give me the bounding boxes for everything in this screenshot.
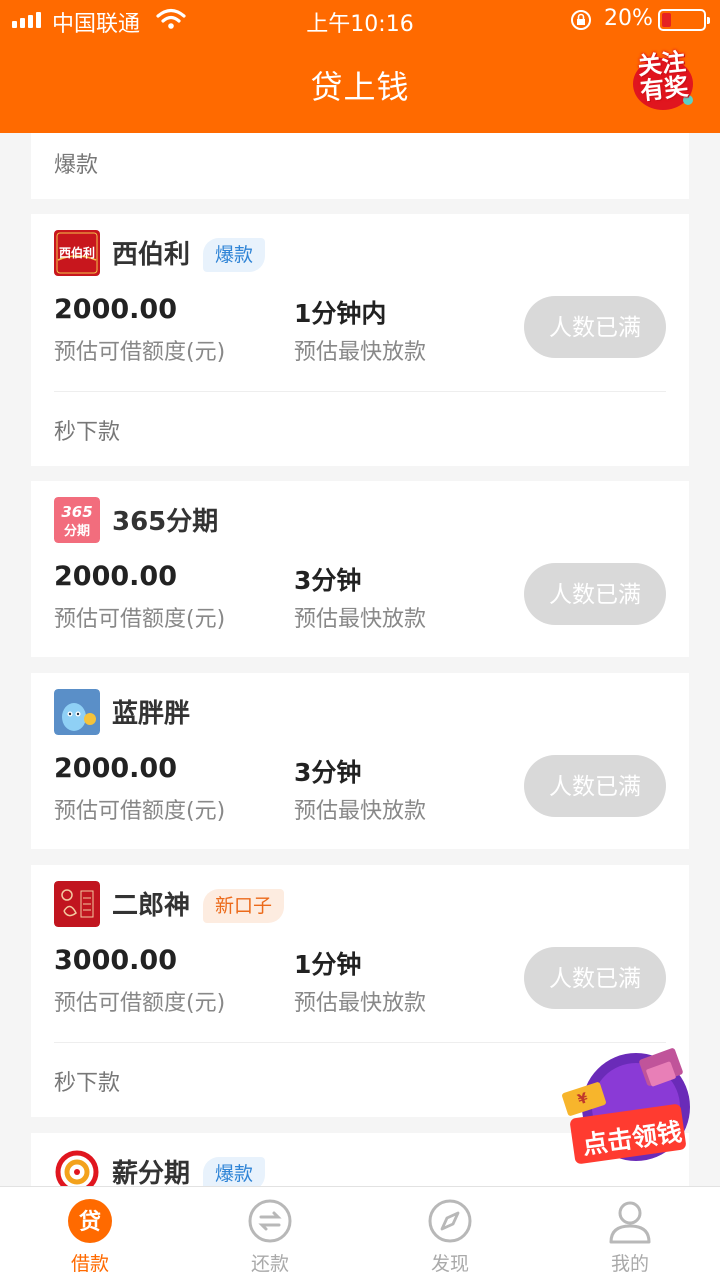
claim-money-float-button[interactable]: ¥ 点击领钱	[562, 1045, 702, 1169]
tab-loan[interactable]: 贷 借款	[0, 1187, 180, 1280]
disburse-speed: 1分钟	[294, 950, 362, 979]
product-name: 薪分期	[112, 1159, 191, 1186]
speed-label: 预估最快放款	[294, 799, 427, 824]
loan-card[interactable]: 蓝胖胖 2000.00 预估可借额度(元) 3分钟 预估最快放款 人数已满	[31, 673, 689, 849]
speed-label: 预估最快放款	[294, 607, 427, 632]
quota-full-button[interactable]: 人数已满	[524, 563, 666, 625]
product-name: 蓝胖胖	[112, 699, 191, 729]
product-logo	[54, 1149, 100, 1186]
loan-icon: 贷	[68, 1199, 112, 1243]
disburse-speed: 3分钟	[294, 758, 362, 787]
loan-amount: 2000.00	[54, 561, 177, 592]
product-name: 二郎神	[112, 891, 191, 921]
product-name: 365分期	[112, 507, 219, 537]
follow-reward-text: 关注有奖	[636, 47, 690, 106]
tab-label: 还款	[250, 1253, 289, 1275]
tab-profile[interactable]: 我的	[540, 1187, 720, 1280]
tab-discover[interactable]: 发现	[360, 1187, 540, 1280]
tab-label: 借款	[70, 1253, 109, 1275]
user-icon	[609, 1201, 651, 1244]
product-logo: 365 分期	[54, 497, 100, 543]
tab-repay[interactable]: 还款	[180, 1187, 360, 1280]
quota-full-button[interactable]: 人数已满	[524, 755, 666, 817]
tab-label: 发现	[430, 1253, 469, 1275]
quota-full-button[interactable]: 人数已满	[524, 947, 666, 1009]
product-logo: 西伯利	[54, 230, 100, 276]
amount-label: 预估可借额度(元)	[54, 340, 226, 365]
loan-card-partial[interactable]: 爆款	[31, 133, 689, 199]
loan-footnote: 秒下款	[54, 420, 121, 445]
speed-label: 预估最快放款	[294, 340, 427, 365]
product-logo	[54, 881, 100, 927]
repay-icon	[248, 1199, 292, 1243]
compass-icon	[428, 1199, 472, 1243]
rotation-lock-icon	[571, 10, 591, 30]
page-title: 贷上钱	[310, 68, 410, 106]
loan-amount: 3000.00	[54, 945, 177, 976]
logo-text: 西伯利	[59, 245, 95, 260]
loan-amount: 2000.00	[54, 294, 177, 325]
product-name: 西伯利	[112, 240, 191, 270]
loan-card[interactable]: 365 分期 365分期 2000.00 预估可借额度(元) 3分钟 预估最快放…	[31, 481, 689, 657]
loan-footnote: 爆款	[54, 153, 99, 178]
loan-amount: 2000.00	[54, 753, 177, 784]
app-header: 中国联通 上午10:16 20% 贷上钱 关注有奖	[0, 0, 720, 133]
product-logo	[54, 689, 100, 735]
speed-label: 预估最快放款	[294, 991, 427, 1016]
amount-label: 预估可借额度(元)	[54, 607, 226, 632]
tab-label: 我的	[610, 1253, 649, 1275]
divider	[54, 1042, 666, 1043]
divider	[54, 391, 666, 392]
follow-reward-badge[interactable]: 关注有奖	[630, 47, 696, 112]
loan-list[interactable]: 爆款 西伯利 西伯利 爆款 2000.00 预估可借额度(元) 1分钟内 预估最…	[0, 133, 720, 1186]
loan-card[interactable]: 西伯利 西伯利 爆款 2000.00 预估可借额度(元) 1分钟内 预估最快放款…	[31, 214, 689, 466]
loan-footnote: 秒下款	[54, 1071, 121, 1096]
hot-tag: 爆款	[203, 238, 266, 272]
bottom-tab-bar: 贷 借款 还款 发现 我的	[0, 1186, 720, 1280]
battery-percent: 20%	[604, 6, 653, 31]
svg-text:分期: 分期	[64, 523, 90, 539]
svg-text:365: 365	[61, 503, 92, 521]
new-tag: 新口子	[203, 889, 285, 923]
status-bar: 中国联通 上午10:16 20%	[0, 0, 720, 40]
svg-text:贷: 贷	[79, 1209, 101, 1235]
disburse-speed: 3分钟	[294, 566, 362, 595]
quota-full-button[interactable]: 人数已满	[524, 296, 666, 358]
battery-icon	[658, 9, 710, 31]
hot-tag: 爆款	[203, 1157, 266, 1186]
amount-label: 预估可借额度(元)	[54, 991, 226, 1016]
amount-label: 预估可借额度(元)	[54, 799, 226, 824]
disburse-speed: 1分钟内	[294, 299, 387, 328]
